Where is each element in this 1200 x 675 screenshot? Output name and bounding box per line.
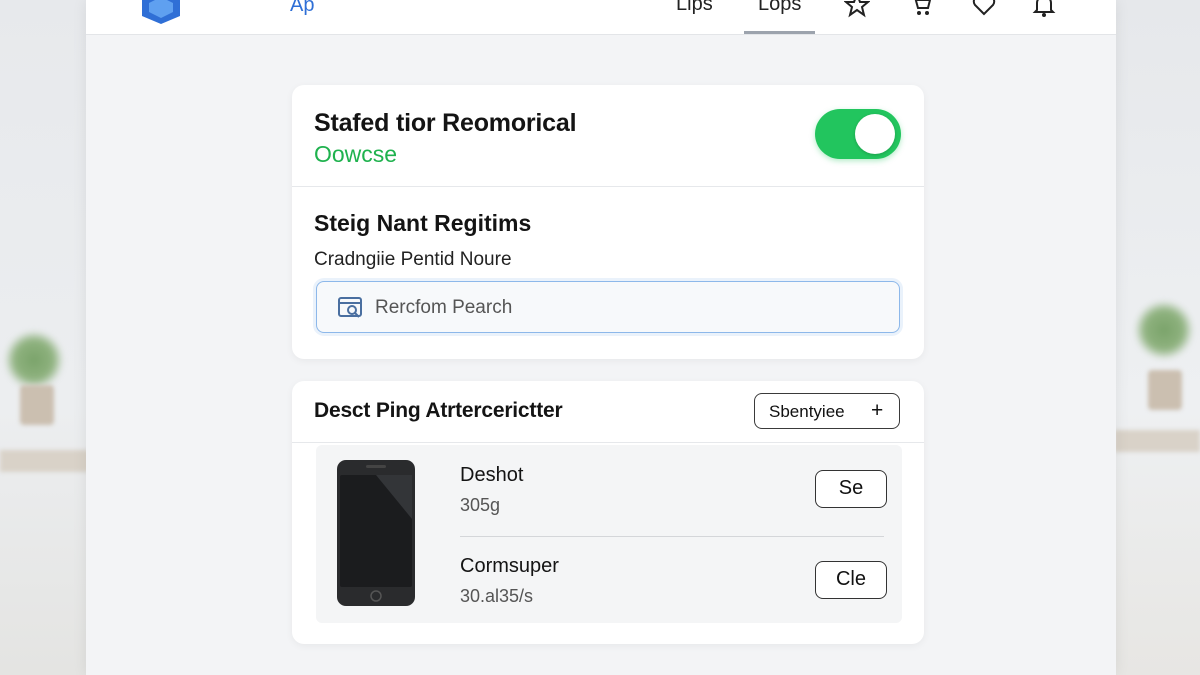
- list-item-meta: 305g: [460, 495, 501, 515]
- devices-card: Desct Ping Atrtercerictter Sbentyiee + D…: [292, 381, 924, 644]
- app-name[interactable]: Ap: [290, 0, 314, 17]
- shelf-decoration: [0, 450, 90, 472]
- tab-lops[interactable]: Lops: [743, 0, 816, 34]
- card-divider: [292, 186, 924, 187]
- feature-toggle[interactable]: [815, 109, 901, 159]
- app-window: Ap Lips Lops Stafed tior Reomorical Oowc…: [86, 0, 1116, 675]
- card-divider: [292, 442, 924, 443]
- plant-decoration: [1134, 300, 1194, 360]
- bell-icon[interactable]: [1031, 0, 1057, 18]
- field-label: Cradngiie Pentid Noure: [314, 249, 512, 270]
- devices-title: Desct Ping Atrtercerictter: [314, 399, 563, 422]
- settings-card: Stafed tior Reomorical Oowcse Steig Nant…: [292, 85, 924, 359]
- list-item-meta: 30.al35/s: [460, 586, 534, 606]
- phone-image: [336, 459, 416, 607]
- search-icon: [337, 295, 365, 321]
- device-list: Deshot 305g Se Cormsuper 30.al35/s Cle: [316, 445, 902, 623]
- list-item-name: Cormsuper: [460, 555, 559, 577]
- star-icon[interactable]: [843, 0, 871, 18]
- section-title: Steig Nant Regitims: [314, 210, 532, 236]
- item-action-button[interactable]: Cle: [815, 561, 887, 599]
- tab-lips[interactable]: Lips: [676, 0, 713, 16]
- add-device-button[interactable]: Sbentyiee +: [754, 393, 900, 429]
- background-right: [1114, 0, 1200, 675]
- app-logo-icon[interactable]: [140, 0, 182, 24]
- background-left: [0, 0, 90, 675]
- heart-icon[interactable]: [971, 0, 997, 18]
- search-placeholder: Rercfom Pearch: [375, 297, 513, 318]
- cart-icon[interactable]: [908, 0, 934, 18]
- toggle-knob: [855, 114, 895, 154]
- plant-decoration: [4, 330, 64, 390]
- row-divider: [460, 536, 884, 537]
- add-button-label: Sbentyiee: [769, 402, 845, 421]
- settings-title: Stafed tior Reomorical: [314, 109, 577, 137]
- item-action-button[interactable]: Se: [815, 470, 887, 508]
- plant-pot: [1148, 370, 1182, 410]
- plant-pot: [20, 385, 54, 425]
- settings-status: Oowcse: [314, 141, 398, 167]
- search-input[interactable]: Rercfom Pearch: [316, 281, 900, 333]
- list-item-name: Deshot: [460, 464, 524, 486]
- shelf-decoration: [1114, 430, 1200, 452]
- plus-icon: +: [871, 399, 884, 422]
- top-bar: Ap Lips Lops: [86, 0, 1116, 35]
